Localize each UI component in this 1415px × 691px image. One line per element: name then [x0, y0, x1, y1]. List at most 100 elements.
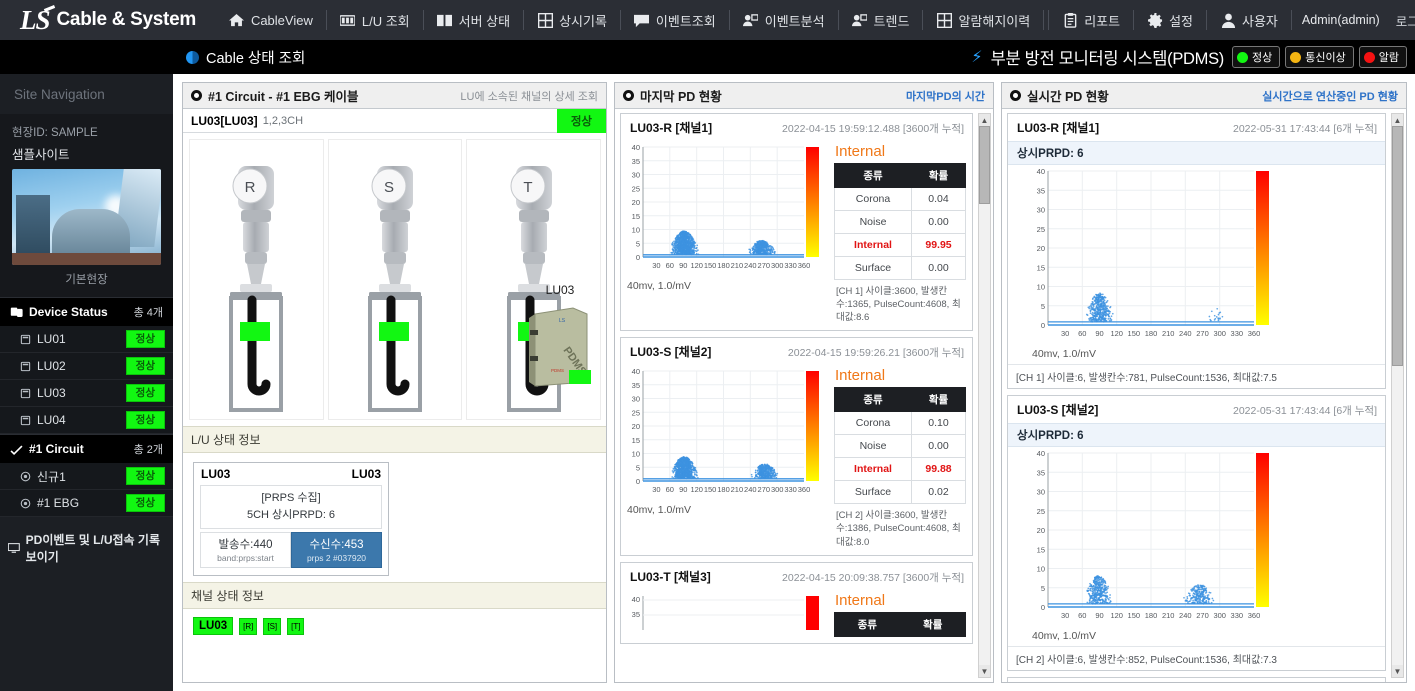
sidebar-item-lu02[interactable]: LU02 정상 — [0, 353, 173, 380]
sensor-cell-S[interactable]: S — [327, 139, 463, 420]
scroll-up-arrow[interactable]: ▲ — [1392, 114, 1403, 126]
scroll-thumb[interactable] — [1392, 126, 1403, 366]
sidebar-item-lu04[interactable]: LU04 정상 — [0, 407, 173, 434]
lu-device-box-label: LU03 — [545, 283, 575, 297]
lu-device-box[interactable]: LU03 PDMS LS PDMS — [519, 283, 601, 393]
nav-right-item-2[interactable]: 사용자 — [1209, 0, 1289, 40]
realtime-pd-card-2[interactable]: LU03-T [채널3]2022-05-31 17:43:44 [6개 누적]상… — [1007, 677, 1386, 682]
card-header: LU03-R [채널1] 2022-05-31 17:43:44 [6개 누적] — [1008, 114, 1385, 141]
classification-block: Internal 종류 확률 Corona 0.10 Noise 0.00 Internal 9… — [826, 365, 972, 554]
home-icon — [229, 12, 245, 28]
prpd-count-bar: 상시PRPD: 6 — [1008, 141, 1385, 165]
lu-card-mode-block: [PRPS 수집] 5CH 상시PRPD: 6 — [200, 485, 382, 529]
last-pd-card-1[interactable]: LU03-S [채널2] 2022-04-15 19:59:26.21 [3600… — [620, 337, 973, 556]
legend-label: 정상 — [1252, 52, 1273, 64]
svg-text:120: 120 — [1110, 611, 1123, 620]
nav-right-item-0[interactable]: 리포트 — [1051, 0, 1131, 40]
last-pd-card-0[interactable]: LU03-R [채널1] 2022-04-15 19:59:12.488 [360… — [620, 113, 973, 332]
scroll-thumb[interactable] — [979, 126, 990, 204]
nav-right-label: 설정 — [1169, 13, 1194, 29]
svg-text:15: 15 — [632, 212, 640, 221]
prpd-plot-container[interactable]: 0 5 10 15 20 25 30 35 40 30 60 90 120 150 180 210 240 270… — [621, 141, 826, 330]
pd-prob: 0.00 — [911, 210, 966, 234]
nav-item-4[interactable]: 이벤트조회 — [623, 0, 727, 40]
last-pd-scrollbar[interactable]: ▲ ▼ — [978, 113, 991, 678]
svg-text:20: 20 — [632, 198, 640, 207]
prpd-plot-last-pd-ch2: 0 5 10 15 20 25 30 35 40 30 60 90 120 150 180 210 240 270… — [632, 367, 819, 494]
card-header: LU03-S [채널2] 2022-05-31 17:43:44 [6개 누적] — [1008, 396, 1385, 423]
svg-text:90: 90 — [1095, 611, 1103, 620]
grid-icon — [537, 12, 553, 28]
prpd-plot-container[interactable]: 40 35 — [621, 590, 826, 643]
channel-chip-main[interactable]: LU03 — [193, 617, 234, 635]
nav-right-item-1[interactable]: 설정 — [1136, 0, 1204, 40]
channel-chip-0[interactable]: [R] — [239, 617, 258, 635]
pd-type: Corona — [833, 187, 913, 211]
last-pd-panel-header: 마지막 PD 현황 마지막PD의 시간 — [615, 83, 993, 109]
sidebar-item-lu03[interactable]: LU03 정상 — [0, 380, 173, 407]
legend-pill-1[interactable]: 통신이상 — [1285, 46, 1354, 68]
sidebar-item-lu01[interactable]: LU01 정상 — [0, 326, 173, 353]
grid-icon — [936, 12, 952, 28]
svg-text:10: 10 — [1037, 565, 1045, 574]
sensor-cell-R[interactable]: R — [189, 139, 324, 420]
realtime-pd-scrollbar[interactable]: ▲ ▼ — [1391, 113, 1404, 678]
nav-item-3[interactable]: 상시기록 — [526, 0, 618, 40]
lu-send-sub: band:prps:start — [217, 553, 274, 563]
scroll-up-arrow[interactable]: ▲ — [979, 114, 990, 126]
lu-summary-bar[interactable]: LU03[LU03] 1,2,3CH 정상 — [183, 108, 606, 133]
svg-text:90: 90 — [679, 485, 687, 494]
scroll-down-arrow[interactable]: ▼ — [1392, 665, 1403, 677]
svg-text:60: 60 — [666, 485, 674, 494]
pd-type: Noise — [833, 434, 913, 459]
nav-item-7[interactable]: 알람해지이력 — [925, 0, 1041, 40]
nav-item-5[interactable]: 이벤트분석 — [732, 0, 836, 40]
svg-text:240: 240 — [1179, 329, 1192, 338]
last-pd-scroll-body[interactable]: LU03-R [채널1] 2022-04-15 19:59:12.488 [360… — [615, 109, 993, 682]
pd-prob: 0.02 — [911, 480, 966, 505]
prpd-plot-container[interactable]: 0 5 10 15 20 25 30 35 40 30 60 90 120 150 180 210 240 270… — [621, 365, 826, 554]
realtime-pd-card-0[interactable]: LU03-R [채널1] 2022-05-31 17:43:44 [6개 누적] 상… — [1007, 113, 1386, 389]
nav-item-0[interactable]: CableView — [218, 0, 324, 40]
svg-text:300: 300 — [1213, 611, 1226, 620]
legend-pill-0[interactable]: 정상 — [1232, 46, 1281, 68]
prpd-plot-realtime-ch1: 0 5 10 15 20 25 30 35 40 30 60 90 120 150 180 210 240 270… — [1037, 167, 1269, 338]
status-badge: 정상 — [125, 384, 165, 402]
realtime-pd-card-1[interactable]: LU03-S [채널2] 2022-05-31 17:43:44 [6개 누적] 상… — [1007, 395, 1386, 671]
table-row: Internal 99.88 — [833, 457, 966, 482]
svg-text:330: 330 — [784, 485, 797, 494]
prpd-plot-container[interactable]: 0 5 10 15 20 25 30 35 40 30 60 90 120 150 180 210 240 270… — [1008, 447, 1385, 646]
comment-icon — [634, 12, 650, 28]
last-pd-panel: 마지막 PD 현황 마지막PD의 시간 LU03-R [채널1] 2022-04-… — [614, 82, 994, 683]
circuit-icon — [20, 471, 31, 482]
card-title: LU03-S [채널2] — [1017, 403, 1099, 417]
lu-status-card[interactable]: LU03 LU03 [PRPS 수집] 5CH 상시PRPD: 6 발송수:44… — [193, 462, 389, 576]
probe-R: R — [214, 156, 298, 416]
legend-pill-2[interactable]: 알람 — [1358, 46, 1407, 68]
channel-chip-2[interactable]: [T] — [287, 617, 305, 635]
sidebar-circuit-item-1[interactable]: #1 EBG 정상 — [0, 490, 173, 517]
nav-item-2[interactable]: 서버 상태 — [426, 0, 521, 40]
realtime-pd-scroll-body[interactable]: LU03-R [채널1] 2022-05-31 17:43:44 [6개 누적] 상… — [1002, 109, 1406, 682]
nav-item-6[interactable]: 트렌드 — [841, 0, 921, 40]
user-icon — [1220, 12, 1236, 28]
card-title: LU03-S [채널2] — [630, 345, 712, 360]
classification-label: Internal — [835, 367, 886, 385]
scroll-down-arrow[interactable]: ▼ — [979, 665, 990, 677]
svg-text:30: 30 — [1061, 611, 1069, 620]
nav-item-1[interactable]: L/U 조회 — [329, 0, 421, 40]
prpd-plot-container[interactable]: 0 5 10 15 20 25 30 35 40 30 60 90 120 150 180 210 240 270… — [1008, 165, 1385, 364]
card-title: LU03-T [채널3] — [630, 569, 711, 584]
circuit-panel-header: #1 Circuit - #1 EBG 케이블 LU에 소속된 채널의 상세 조… — [183, 83, 606, 109]
sidebar-circuit-item-0[interactable]: 신규1 정상 — [0, 463, 173, 490]
site-photo-caption: 기본현장 — [65, 274, 108, 286]
last-pd-card-2[interactable]: LU03-T [채널3] 2022-04-15 20:09:38.757 [360… — [620, 561, 973, 644]
channel-chip-1[interactable]: [S] — [263, 617, 282, 635]
svg-text:LS: LS — [559, 318, 566, 324]
svg-text:30: 30 — [1037, 206, 1045, 215]
nav-divider — [619, 10, 621, 30]
logout-button[interactable]: 로그아웃 — [1388, 11, 1415, 30]
nav-divider — [1133, 10, 1135, 30]
svg-text:120: 120 — [690, 261, 703, 270]
pd-event-log-link[interactable]: PD이벤트 및 L/U접속 기록보이기 — [0, 517, 173, 579]
